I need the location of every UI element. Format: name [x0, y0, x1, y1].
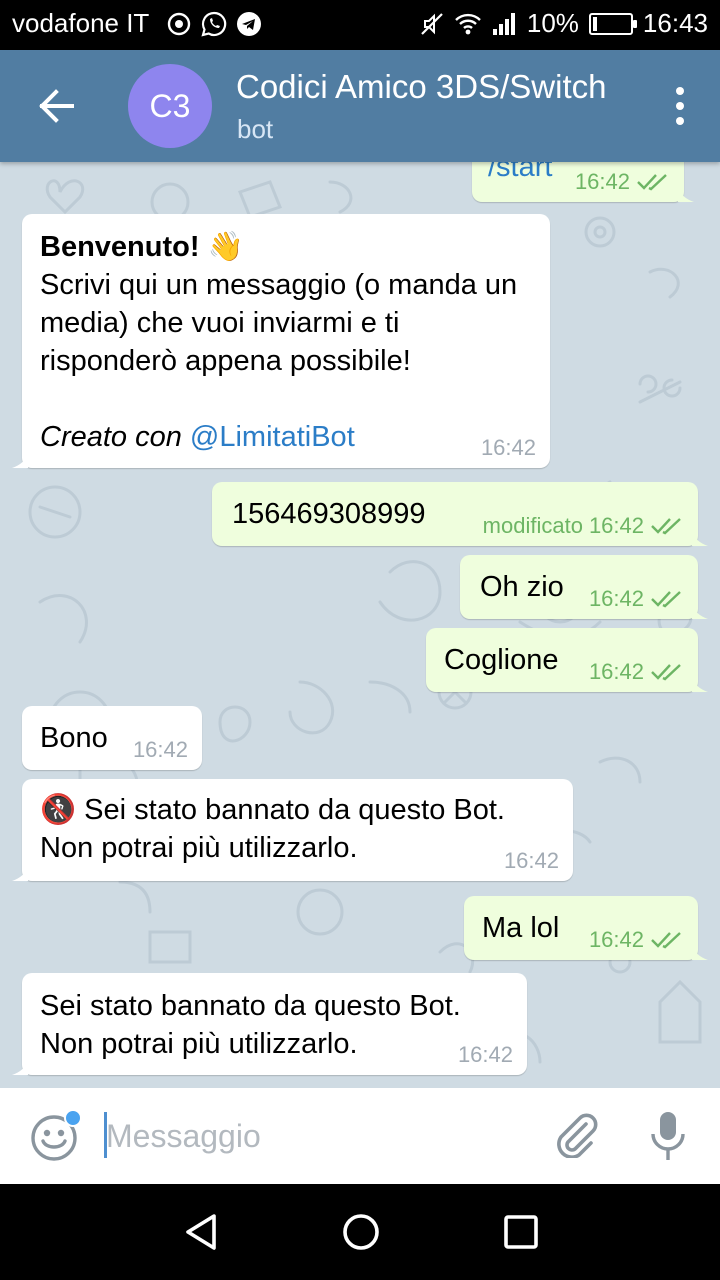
created-with-label: Creato con: [40, 421, 190, 453]
telegram-icon: [237, 12, 261, 36]
back-triangle-icon[interactable]: [182, 1212, 222, 1252]
message-time: 16:42: [503, 848, 559, 873]
message-meta: 16:42: [575, 170, 670, 194]
recents-square-icon[interactable]: [501, 1212, 541, 1252]
message-meta: 16:42: [458, 1043, 513, 1067]
clock: 16:43: [642, 8, 708, 38]
message-incoming[interactable]: Benvenuto! 👋 Scrivi qui un messaggio (o …: [12, 214, 550, 468]
carrier-name: vodafone IT: [12, 8, 150, 38]
message-text: 156469308999: [232, 498, 426, 530]
message-time: 16:42: [588, 927, 644, 952]
message-outgoing[interactable]: /start 16:42: [472, 162, 694, 202]
command-link[interactable]: /start: [488, 162, 552, 186]
bubble-tail: [678, 188, 694, 202]
bubble-tail: [692, 532, 708, 546]
message-meta: 16:42: [504, 849, 559, 873]
ban-line-1: Sei stato bannato da questo Bot.: [40, 990, 461, 1022]
message-meta: 16:42: [589, 928, 684, 952]
message-incoming[interactable]: 🚷 Sei stato bannato da questo Bot. Non p…: [12, 779, 573, 881]
message-text: Oh zio: [480, 571, 564, 603]
chat-header: C3 Codici Amico 3DS/Switch bot: [0, 50, 720, 162]
double-check-icon: [651, 518, 681, 535]
message-time: 16:42: [480, 435, 536, 460]
message-outgoing[interactable]: 156469308999 modificato 16:42: [212, 482, 708, 546]
bubble-tail: [692, 946, 708, 960]
home-circle-icon[interactable]: [341, 1212, 381, 1252]
more-vertical-icon[interactable]: [674, 86, 686, 126]
message-time: 16:42: [588, 513, 644, 538]
chat-title[interactable]: Codici Amico 3DS/Switch: [236, 68, 636, 106]
welcome-heading: Benvenuto!: [40, 231, 200, 263]
message-time: 16:42: [457, 1042, 513, 1067]
system-navigation-bar: [0, 1184, 720, 1280]
camera-lens-icon: [167, 12, 191, 36]
double-check-icon: [651, 664, 681, 681]
chat-subtitle: bot: [237, 114, 274, 144]
message-outgoing[interactable]: Ma lol 16:42: [464, 896, 708, 960]
message-meta: 16:42: [589, 587, 684, 611]
notification-dot: [64, 1109, 82, 1127]
battery-percentage: 10%: [526, 8, 579, 38]
message-text: Coglione: [444, 644, 559, 676]
message-meta: 16:42: [589, 660, 684, 684]
notification-icons: [166, 11, 262, 37]
waving-hand-emoji: 👋: [207, 231, 244, 263]
message-list[interactable]: /start 16:42 Benvenuto! 👋 Scrivi qui un …: [0, 162, 720, 1088]
message-text: Benvenuto! 👋 Scrivi qui un messaggio (o …: [40, 228, 540, 456]
bubble-tail: [692, 678, 708, 692]
limitatibot-link[interactable]: @LimitatiBot: [190, 421, 355, 453]
bubble-tail: [692, 605, 708, 619]
ban-line-2: Non potrai più utilizzarlo.: [40, 1028, 358, 1060]
message-time: 16:42: [588, 659, 644, 684]
message-text: Sei stato bannato da questo Bot. Non pot…: [40, 987, 461, 1063]
message-composer: [0, 1088, 720, 1184]
mute-icon: [421, 12, 443, 35]
ban-line-2: Non potrai più utilizzarlo.: [40, 832, 358, 864]
bubble-tail: [12, 454, 28, 468]
edited-label: modificato: [482, 513, 583, 538]
message-time: 16:42: [588, 586, 644, 611]
message-outgoing[interactable]: Oh zio 16:42: [460, 555, 708, 619]
double-check-icon: [637, 174, 667, 191]
arrow-left-icon[interactable]: [30, 84, 78, 128]
message-outgoing[interactable]: Coglione 16:42: [426, 628, 708, 692]
signal-icon: [492, 12, 515, 35]
paperclip-icon[interactable]: [552, 1110, 598, 1158]
bubble-tail: [12, 1061, 28, 1075]
wifi-icon: [455, 13, 481, 34]
system-indicators: 10% 16:43: [419, 8, 708, 39]
welcome-body: Scrivi qui un messaggio (o manda un medi…: [40, 269, 518, 377]
message-text: Ma lol: [482, 912, 560, 944]
message-meta: 16:42: [133, 738, 188, 762]
message-input[interactable]: [106, 1114, 526, 1158]
message-text: Bono: [40, 722, 108, 754]
status-bar: vodafone IT 10% 16:43: [0, 0, 720, 50]
no-pedestrians-emoji: 🚷: [40, 794, 77, 826]
ban-line-1: Sei stato bannato da questo Bot.: [84, 794, 505, 826]
bubble-tail: [12, 867, 28, 881]
microphone-icon[interactable]: [648, 1110, 688, 1162]
message-time: 16:42: [132, 737, 188, 762]
message-meta: modificato 16:42: [483, 514, 684, 538]
avatar[interactable]: C3: [128, 64, 212, 148]
message-incoming[interactable]: Bono 16:42: [22, 706, 202, 770]
whatsapp-icon: [201, 11, 227, 37]
message-text: 🚷 Sei stato bannato da questo Bot. Non p…: [40, 791, 505, 867]
double-check-icon: [651, 591, 681, 608]
message-time: 16:42: [574, 169, 630, 194]
battery-icon: [588, 12, 637, 35]
message-incoming[interactable]: Sei stato bannato da questo Bot. Non pot…: [12, 973, 527, 1075]
double-check-icon: [651, 932, 681, 949]
message-meta: 16:42: [481, 436, 536, 460]
